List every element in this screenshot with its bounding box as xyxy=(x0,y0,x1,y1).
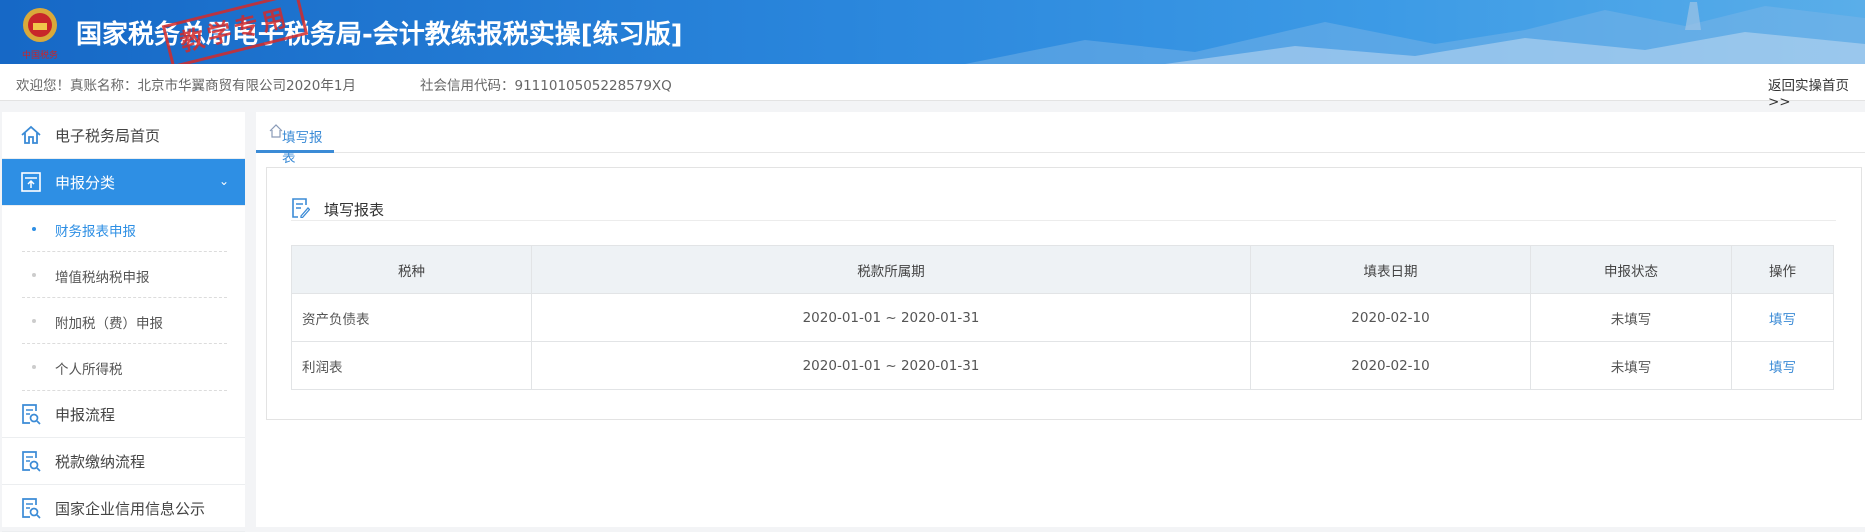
period-cell: 2020-01-01 ~ 2020-01-31 xyxy=(531,341,1251,390)
main-panel: 填写报表 填写报表 税种 税款所属期 填表日期 申报状态 操作 资产负债表 20… xyxy=(256,112,1865,527)
bullet-icon xyxy=(32,319,36,323)
table-row: 利润表 2020-01-01 ~ 2020-01-31 2020-02-10 未… xyxy=(291,341,1834,390)
home-icon xyxy=(269,124,283,138)
bullet-icon xyxy=(32,227,36,231)
info-bar: 欢迎您！真账名称：北京市华翼商贸有限公司2020年1月 社会信用代码：91110… xyxy=(0,64,1865,110)
status-cell: 未填写 xyxy=(1530,341,1732,390)
sidebar-item-credit-info[interactable]: 国家企业信用信息公示 xyxy=(2,485,245,532)
report-table: 税种 税款所属期 填表日期 申报状态 操作 资产负债表 2020-01-01 ~… xyxy=(291,245,1834,390)
sidebar-item-declaration-process[interactable]: 申报流程 xyxy=(2,391,245,438)
upload-doc-icon xyxy=(21,172,41,192)
sidebar-item-payment-process[interactable]: 税款缴纳流程 xyxy=(2,438,245,485)
home-icon xyxy=(21,125,41,144)
return-home-link[interactable]: 返回实操首页 >> xyxy=(1768,74,1865,110)
chevron-down-icon: ⌄ xyxy=(218,174,229,188)
col-tax-type: 税种 xyxy=(291,245,532,294)
sidebar-item-home[interactable]: 电子税务局首页 xyxy=(2,112,245,159)
sidebar-subitem-vat[interactable]: 增值税纳税申报 xyxy=(22,252,227,298)
sidebar: 电子税务局首页 申报分类 ⌄ 财务报表申报 增值税纳税申报 附加税（费）申报 个… xyxy=(2,112,245,532)
svg-text:中国税务: 中国税务 xyxy=(22,49,58,61)
period-cell: 2020-01-01 ~ 2020-01-31 xyxy=(531,293,1251,342)
sidebar-subitem-personal-income-tax[interactable]: 个人所得税 xyxy=(22,344,227,391)
col-fill-date: 填表日期 xyxy=(1250,245,1531,294)
date-cell: 2020-02-10 xyxy=(1250,341,1531,390)
tab-fill-report[interactable]: 填写报表 xyxy=(256,112,334,166)
report-card: 填写报表 税种 税款所属期 填表日期 申报状态 操作 资产负债表 2020-01… xyxy=(266,167,1862,420)
table-header-row: 税种 税款所属期 填表日期 申报状态 操作 xyxy=(291,245,1834,294)
header-banner: 中国税务 国家税务总局电子税务局-会计教练报税实操[练习版] 教学专用 xyxy=(0,0,1865,64)
doc-search-icon xyxy=(22,498,41,519)
sidebar-subitem-surcharge[interactable]: 附加税（费）申报 xyxy=(22,298,227,344)
fill-link[interactable]: 填写 xyxy=(1769,312,1796,328)
card-divider xyxy=(291,220,1836,221)
col-action: 操作 xyxy=(1731,245,1834,294)
mountain-illustration xyxy=(965,2,1865,64)
teaching-stamp: 教学专用 xyxy=(161,0,309,64)
col-period: 税款所属期 xyxy=(531,245,1251,294)
bullet-icon xyxy=(32,273,36,277)
col-status: 申报状态 xyxy=(1530,245,1732,294)
edit-form-icon xyxy=(292,198,310,218)
sidebar-subitem-financial-report[interactable]: 财务报表申报 xyxy=(22,206,227,252)
tax-type-cell: 资产负债表 xyxy=(291,293,532,342)
status-cell: 未填写 xyxy=(1530,293,1732,342)
fill-link[interactable]: 填写 xyxy=(1769,360,1796,376)
welcome-text: 欢迎您！真账名称：北京市华翼商贸有限公司2020年1月 xyxy=(16,78,356,94)
doc-search-icon xyxy=(22,404,41,425)
date-cell: 2020-02-10 xyxy=(1250,293,1531,342)
tax-emblem-logo: 中国税务 xyxy=(22,8,58,61)
tab-divider xyxy=(256,152,1865,153)
sidebar-item-declaration-category[interactable]: 申报分类 ⌄ xyxy=(2,159,245,206)
table-row: 资产负债表 2020-01-01 ~ 2020-01-31 2020-02-10… xyxy=(291,293,1834,342)
bullet-icon xyxy=(32,365,36,369)
tax-type-cell: 利润表 xyxy=(291,341,532,390)
credit-code: 社会信用代码：9111010505228579XQ xyxy=(420,78,672,94)
doc-search-icon xyxy=(22,451,41,472)
card-title: 填写报表 xyxy=(324,201,385,219)
